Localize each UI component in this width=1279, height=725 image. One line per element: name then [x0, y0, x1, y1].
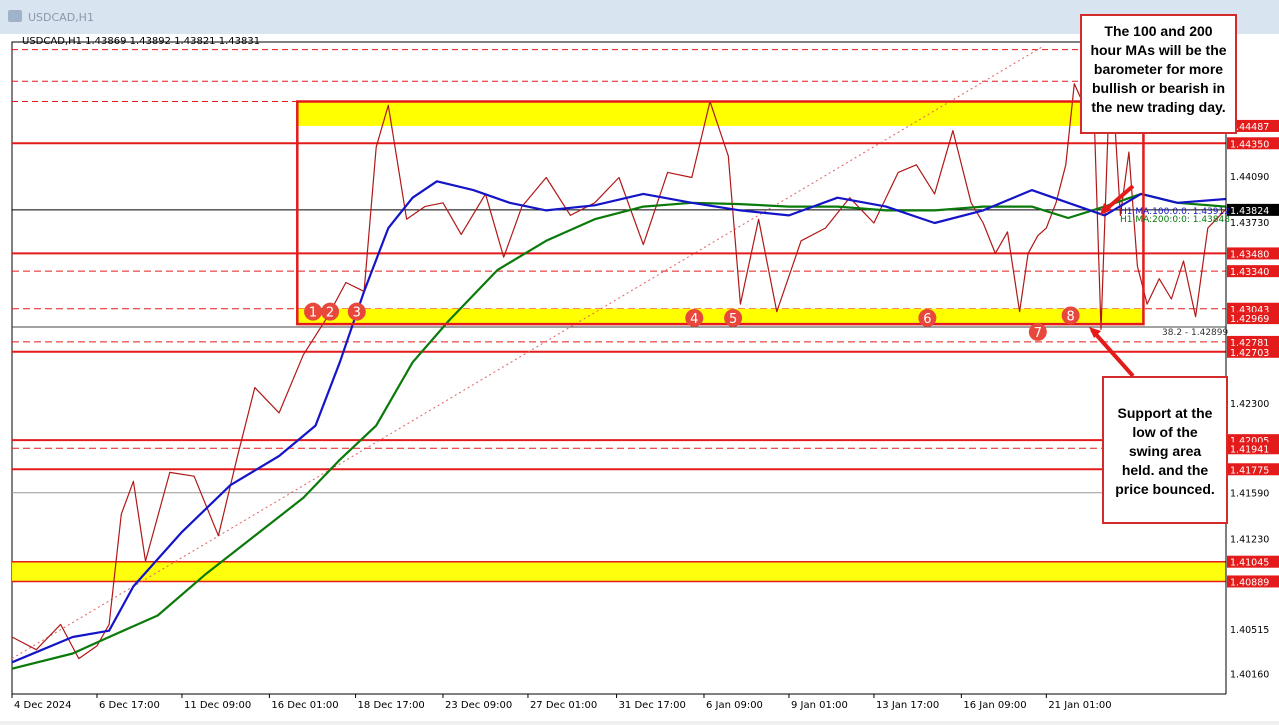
- price-tick-label: 1.44090: [1230, 172, 1269, 183]
- price-tick-label: 1.42703: [1230, 348, 1269, 359]
- marker-label-4: 4: [690, 312, 698, 327]
- price-tick-label: 1.42300: [1230, 399, 1269, 410]
- chart-area[interactable]: 12345678 1.44487 1.44350 1.44090 1.43824 1.4…: [0, 34, 1279, 721]
- time-axis: 4 Dec 2024 6 Dec 17:00 11 Dec 09:00 16 Dec …: [11, 694, 1112, 711]
- time-tick-label: 31 Dec 17:00: [619, 700, 686, 711]
- price-tick-label: 1.43730: [1230, 218, 1269, 229]
- price-tick-label: 1.41590: [1230, 489, 1269, 500]
- upper-yellow-zone: [297, 101, 1144, 126]
- time-tick-label: 11 Dec 09:00: [184, 700, 251, 711]
- time-tick-label: 23 Dec 09:00: [445, 700, 512, 711]
- callout-arrow-bottom: [1090, 328, 1135, 378]
- time-tick-label: 16 Dec 01:00: [271, 700, 338, 711]
- marker-label-1: 1: [309, 306, 317, 321]
- price-tick-label: 1.40515: [1230, 625, 1269, 636]
- price-axis-bg: [1226, 34, 1279, 721]
- time-tick-label: 21 Jan 01:00: [1048, 700, 1111, 711]
- grid-lines: [11, 41, 1227, 695]
- time-tick-label: 16 Jan 09:00: [963, 700, 1026, 711]
- time-tick-label: 4 Dec 2024: [14, 700, 72, 711]
- fib-level-label: 38.2 - 1.42899: [1162, 328, 1228, 338]
- time-tick-label: 27 Dec 01:00: [530, 700, 597, 711]
- price-tick-label: 1.43824: [1230, 206, 1269, 217]
- time-tick-label: 13 Jan 17:00: [876, 700, 939, 711]
- marker-label-8: 8: [1066, 309, 1074, 324]
- price-tick-label: 1.42969: [1230, 314, 1269, 325]
- price-tick-label: 1.41941: [1230, 444, 1269, 455]
- chart-window-icon: [8, 10, 22, 22]
- ma200-line: [11, 192, 1227, 670]
- price-axis: 1.444871.443501.440901.438241.437301.434…: [1225, 34, 1279, 721]
- callout-support-held: Support at the low of the swing area hel…: [1102, 376, 1228, 524]
- time-tick-label: 6 Jan 09:00: [706, 700, 763, 711]
- symbol-info-line: USDCAD,H1 1.43869 1.43892 1.43821 1.4383…: [22, 36, 260, 47]
- marker-label-7: 7: [1034, 326, 1042, 341]
- price-tick-label: 1.44350: [1230, 139, 1269, 150]
- price-tick-label: 1.40889: [1230, 577, 1269, 588]
- marker-label-5: 5: [729, 312, 737, 327]
- price-tick-label: 1.41230: [1230, 534, 1269, 545]
- lower-yellow-zone: [297, 308, 1144, 325]
- window-title: USDCAD,H1: [28, 11, 94, 24]
- price-tick-label: 1.40160: [1230, 670, 1269, 681]
- time-tick-label: 6 Dec 17:00: [99, 700, 160, 711]
- plot-frame: [11, 41, 1227, 695]
- bottom-yellow-zone: [12, 561, 1226, 582]
- price-tick-label: 1.43340: [1230, 267, 1269, 278]
- price-chart[interactable]: 1 2 3 4 5 678 1.444871.443501.440901.438241.4…: [0, 34, 1279, 721]
- callout-ma-barometer: The 100 and 200 hour MAs will be the bar…: [1080, 14, 1237, 134]
- marker-label-3: 3: [353, 306, 361, 321]
- marker-label-2: 2: [326, 306, 334, 321]
- time-tick-label: 18 Dec 17:00: [358, 700, 425, 711]
- price-tick-label: 1.43480: [1230, 249, 1269, 260]
- price-tick-label: 1.41775: [1230, 465, 1269, 476]
- price-tick-label: 1.41045: [1230, 558, 1269, 569]
- time-tick-label: 9 Jan 01:00: [791, 700, 848, 711]
- ma200-label: H1 MA:200:0:0: 1.43848: [1120, 215, 1230, 225]
- marker-label-6: 6: [923, 312, 931, 327]
